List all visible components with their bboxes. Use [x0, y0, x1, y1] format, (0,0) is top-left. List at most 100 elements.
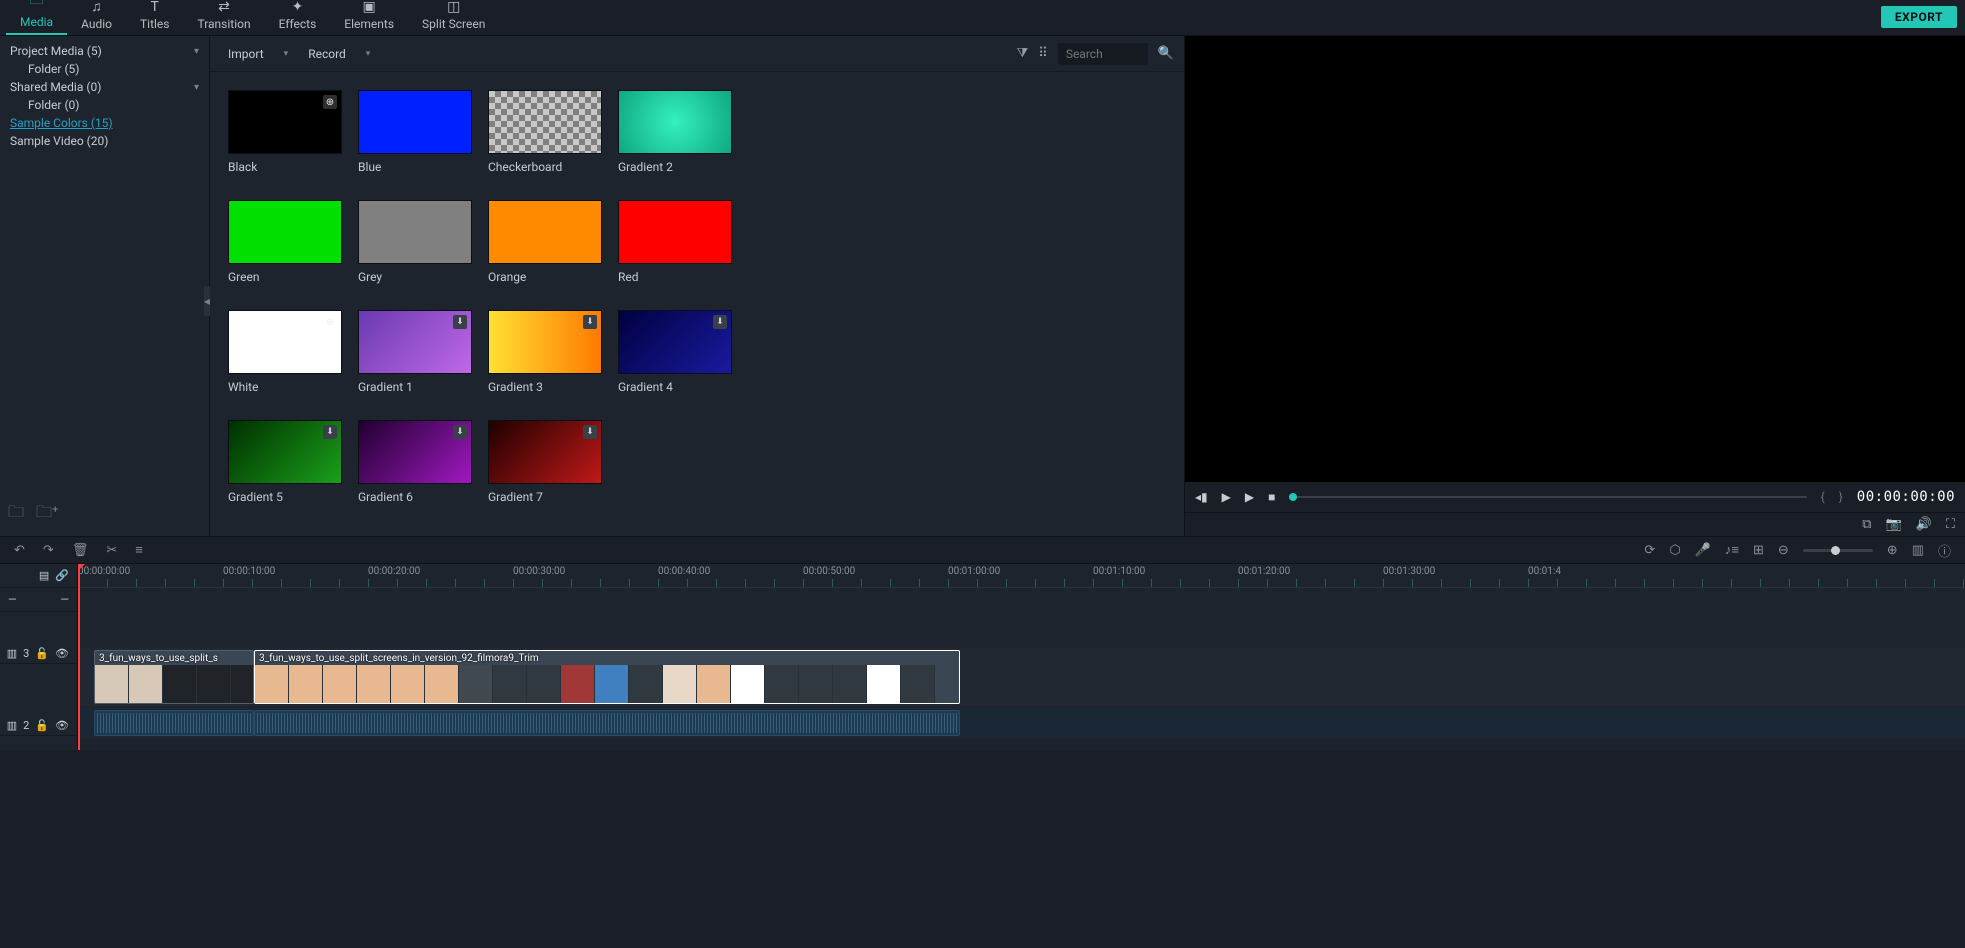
video-track-lane[interactable]: 3_fun_ways_to_use_split_s 3_fun_ways_to_… [78, 648, 1965, 706]
track-header-3[interactable]: ▥ 3 🔓 👁 [0, 644, 77, 664]
timeline-minus-icon[interactable]: — [8, 593, 17, 606]
timeline-body[interactable]: 00:00:00:0000:00:10:0000:00:20:0000:00:3… [78, 564, 1965, 750]
media-item-checkerboard[interactable]: Checkerboard [488, 90, 602, 174]
search-input[interactable] [1058, 43, 1148, 65]
sidebar-item-folder-0[interactable]: Folder (0) [0, 96, 209, 114]
color-thumbnail[interactable]: ⊕ [228, 90, 342, 154]
scrubber-handle[interactable] [1289, 493, 1297, 501]
undo-button[interactable]: ↶ [14, 543, 25, 558]
link-icon[interactable]: 🔗 [55, 569, 69, 582]
render-button[interactable]: ⟳ [1644, 543, 1655, 558]
sidebar-item-project-media[interactable]: Project Media (5) ▾ [0, 42, 209, 60]
mark-in-button[interactable]: { [1821, 490, 1825, 504]
timeline-minus-icon-2[interactable]: — [60, 593, 69, 606]
mark-out-button[interactable]: } [1839, 490, 1843, 504]
timeline-menu-icon[interactable]: ▤ [39, 569, 49, 582]
preview-scrubber[interactable] [1289, 496, 1806, 498]
color-thumbnail[interactable] [618, 200, 732, 264]
color-thumbnail[interactable] [358, 90, 472, 154]
video-clip-2[interactable]: 3_fun_ways_to_use_split_screens_in_versi… [254, 650, 960, 704]
stop-button[interactable]: ■ [1268, 490, 1275, 504]
voiceover-button[interactable]: 🎤 [1695, 543, 1711, 558]
media-item-gradient-7[interactable]: ⬇Gradient 7 [488, 420, 602, 504]
color-thumbnail[interactable] [488, 200, 602, 264]
media-item-grey[interactable]: Grey [358, 200, 472, 284]
delete-button[interactable]: 🗑 [72, 543, 89, 558]
export-button[interactable]: EXPORT [1881, 6, 1957, 28]
color-thumbnail[interactable]: ⬇ [618, 310, 732, 374]
zoom-fit-button[interactable]: ▥ [1912, 543, 1924, 558]
tab-transition[interactable]: ⇄ Transition [183, 0, 264, 35]
download-icon[interactable]: ⬇ [713, 315, 727, 329]
playhead[interactable] [78, 564, 80, 750]
zoom-slider[interactable] [1803, 549, 1873, 552]
tab-media[interactable]: 🗀 Media [6, 0, 67, 35]
tab-elements[interactable]: ▣ Elements [330, 0, 408, 35]
tab-split-screen[interactable]: ◫ Split Screen [408, 0, 499, 35]
snapshot-icon[interactable]: 📷 [1886, 517, 1902, 532]
color-thumbnail[interactable] [488, 90, 602, 154]
media-item-gradient-3[interactable]: ⬇Gradient 3 [488, 310, 602, 394]
color-thumbnail[interactable]: ⊕ [228, 310, 342, 374]
tab-audio[interactable]: ♫ Audio [67, 0, 126, 35]
download-icon[interactable]: ⬇ [453, 425, 467, 439]
zoom-slider-handle[interactable] [1831, 546, 1840, 555]
collapse-sidebar-button[interactable]: ◀ [204, 286, 210, 316]
media-item-white[interactable]: ⊕White [228, 310, 342, 394]
import-dropdown[interactable]: Import ▾ [228, 47, 288, 61]
edit-button[interactable]: ≡ [135, 542, 143, 558]
sidebar-item-sample-colors[interactable]: Sample Colors (15) [0, 114, 209, 132]
sidebar-item-sample-video[interactable]: Sample Video (20) [0, 132, 209, 150]
zoom-out-button[interactable]: ⊖ [1778, 543, 1789, 558]
new-folder-plus-icon[interactable]: 🗀⁺ [36, 501, 58, 528]
prev-frame-button[interactable]: ◂▮ [1195, 490, 1208, 504]
color-thumbnail[interactable] [618, 90, 732, 154]
zoom-in-button[interactable]: ⊕ [1887, 543, 1898, 558]
sidebar-item-shared-media[interactable]: Shared Media (0) ▾ [0, 78, 209, 96]
color-thumbnail[interactable] [228, 200, 342, 264]
color-thumbnail[interactable]: ⬇ [228, 420, 342, 484]
split-button[interactable]: ✂ [106, 543, 117, 558]
record-dropdown[interactable]: Record ▾ [308, 47, 370, 61]
quality-icon[interactable]: ⧉ [1862, 517, 1871, 532]
preview-canvas[interactable] [1185, 36, 1965, 482]
audio-mix-button[interactable]: ♪≡ [1725, 542, 1739, 558]
download-icon[interactable]: ⬇ [583, 425, 597, 439]
media-item-green[interactable]: Green [228, 200, 342, 284]
eye-icon[interactable]: 👁 [55, 719, 69, 732]
download-icon[interactable]: ⬇ [323, 425, 337, 439]
fullscreen-icon[interactable]: ⛶ [1946, 517, 1955, 532]
download-icon[interactable]: ⬇ [453, 315, 467, 329]
sidebar-item-folder-5[interactable]: Folder (5) [0, 60, 209, 78]
marker-button[interactable]: ⬡ [1669, 543, 1680, 558]
audio-clip-2[interactable] [254, 710, 960, 736]
media-item-gradient-4[interactable]: ⬇Gradient 4 [618, 310, 732, 394]
video-clip-1[interactable]: 3_fun_ways_to_use_split_s [94, 650, 254, 704]
add-to-timeline-icon[interactable]: ⊕ [323, 95, 337, 109]
color-thumbnail[interactable]: ⬇ [358, 310, 472, 374]
timeline-ruler[interactable]: 00:00:00:0000:00:10:0000:00:20:0000:00:3… [78, 564, 1965, 588]
redo-button[interactable]: ↷ [43, 543, 54, 558]
new-folder-icon[interactable]: 🗀 [8, 501, 24, 528]
timeline-options[interactable]: ▤ 🔗 [0, 564, 77, 588]
play-button[interactable]: ▶ [1222, 490, 1231, 504]
media-item-orange[interactable]: Orange [488, 200, 602, 284]
grid-view-icon[interactable]: ⠿ [1038, 46, 1048, 61]
audio-clip-1[interactable] [94, 710, 254, 736]
color-thumbnail[interactable] [358, 200, 472, 264]
download-icon[interactable]: ⬇ [583, 315, 597, 329]
add-media-button[interactable]: ⊞ [1753, 543, 1764, 558]
next-frame-button[interactable]: ▶ [1245, 490, 1254, 504]
media-item-black[interactable]: ⊕Black [228, 90, 342, 174]
filter-icon[interactable]: ⧩ [1017, 46, 1029, 61]
audio-track-lane[interactable] [78, 708, 1965, 738]
tab-effects[interactable]: ✦ Effects [265, 0, 331, 35]
media-item-gradient-5[interactable]: ⬇Gradient 5 [228, 420, 342, 504]
track-header-2[interactable]: ▥ 2 🔓 👁 [0, 716, 77, 736]
color-thumbnail[interactable]: ⬇ [488, 310, 602, 374]
eye-icon[interactable]: 👁 [55, 647, 69, 660]
media-item-gradient-2[interactable]: Gradient 2 [618, 90, 732, 174]
tab-titles[interactable]: T Titles [126, 0, 183, 35]
volume-icon[interactable]: 🔊 [1916, 517, 1932, 532]
add-to-timeline-icon[interactable]: ⊕ [323, 315, 337, 329]
